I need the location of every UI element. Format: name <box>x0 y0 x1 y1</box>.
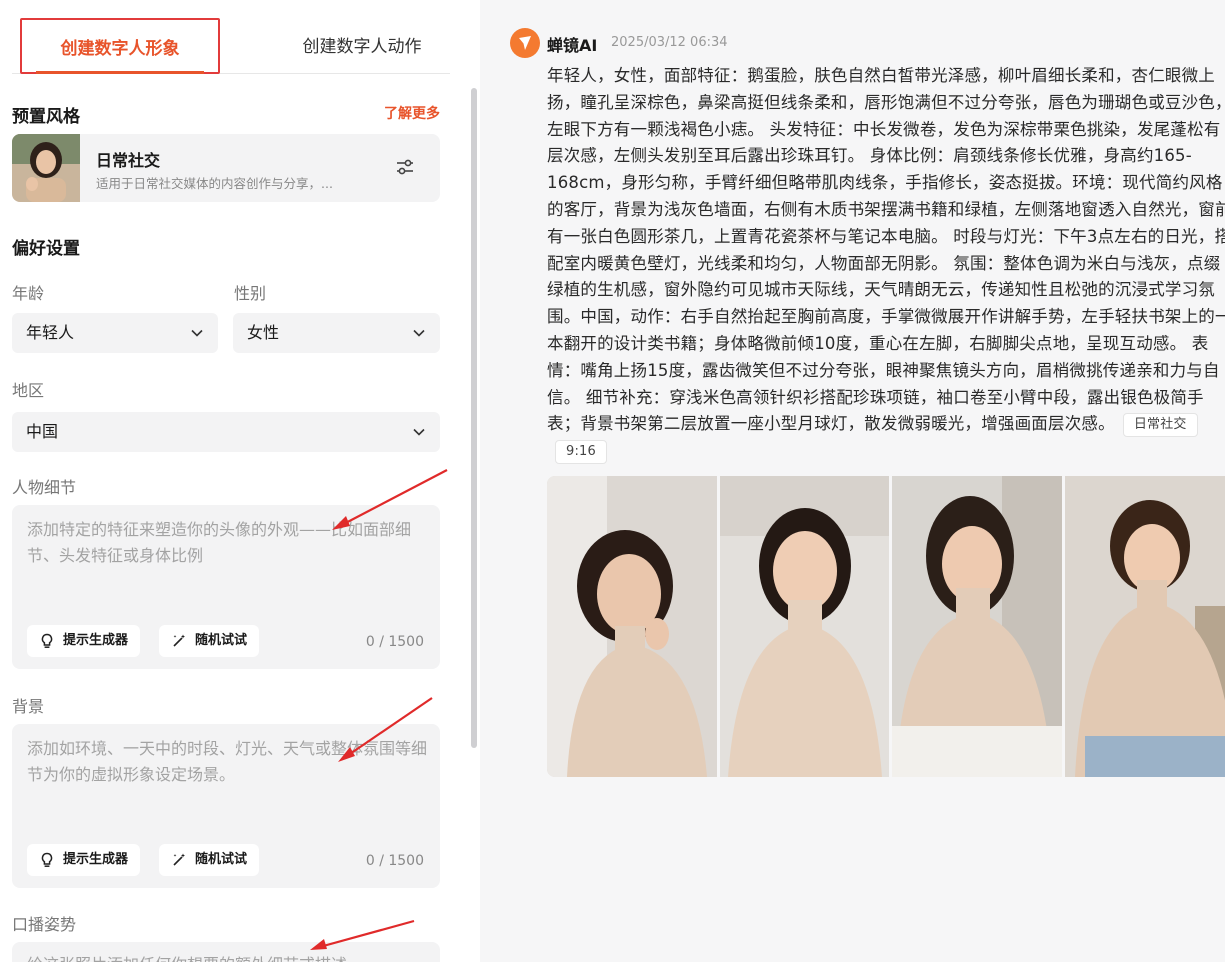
chevron-down-icon <box>413 428 425 436</box>
logo-icon <box>510 28 540 58</box>
preferences-title: 偏好设置 <box>12 239 80 259</box>
background-label: 背景 <box>12 697 45 716</box>
background-textarea[interactable]: 添加如环境、一天中的时段、灯光、天气或整体氛围等细节为你的虚拟形象设定场景。 提… <box>12 724 440 888</box>
pose-textarea[interactable]: 给这张照片添加任何你想要的额外细节或描述 <box>12 942 440 962</box>
prompt-generator-button[interactable]: 提示生成器 <box>27 844 141 876</box>
generated-image-2[interactable] <box>720 476 889 777</box>
tab-bar: 创建数字人形象 创建数字人动作 <box>12 18 450 74</box>
prompt-generator-label: 提示生成器 <box>63 633 129 648</box>
preset-style-card[interactable]: 日常社交 适用于日常社交媒体的内容创作与分享，... <box>12 134 440 202</box>
pose-label: 口播姿势 <box>12 915 77 934</box>
generated-images <box>547 476 1225 777</box>
message-time: 2025/03/12 06:34 <box>611 35 728 50</box>
prompt-generator-button[interactable]: 提示生成器 <box>27 625 141 657</box>
style-description: 适用于日常社交媒体的内容创作与分享，... <box>96 176 333 191</box>
bulb-icon <box>41 633 53 648</box>
style-thumbnail <box>12 134 80 202</box>
chevron-down-icon <box>413 329 425 337</box>
details-textarea[interactable]: 添加特定的特征来塑造你的头像的外观——比如面部细节、头发特征或身体比例 提示生成… <box>12 505 440 669</box>
tab-create-avatar[interactable]: 创建数字人形象 <box>20 18 220 74</box>
random-try-label: 随机试试 <box>195 852 248 867</box>
background-char-counter: 0 / 1500 <box>365 853 424 869</box>
random-try-label: 随机试试 <box>195 633 248 648</box>
left-panel: 创建数字人形象 创建数字人动作 预置风格 了解更多 日常社交 适用于日常社交媒体… <box>0 0 480 962</box>
generated-image-3[interactable] <box>892 476 1062 777</box>
region-select[interactable]: 中国 <box>12 412 440 452</box>
preset-title: 预置风格 <box>12 107 80 127</box>
prompt-text: 年轻人，女性，面部特征：鹅蛋脸，肤色自然白皙带光泽感，柳叶眉细长柔和，杏仁眼微上… <box>547 66 1225 434</box>
generated-image-1[interactable] <box>547 476 717 777</box>
age-label: 年龄 <box>12 284 45 303</box>
prompt-generator-label: 提示生成器 <box>63 852 129 867</box>
sender-name: 蝉镜AI <box>547 36 598 55</box>
chevron-down-icon <box>191 329 203 337</box>
result-panel: 蝉镜AI 2025/03/12 06:34 年轻人，女性，面部特征：鹅蛋脸，肤色… <box>480 0 1225 962</box>
gender-select[interactable]: 女性 <box>233 313 440 353</box>
random-try-button[interactable]: 随机试试 <box>159 844 260 876</box>
details-placeholder: 添加特定的特征来塑造你的头像的外观——比如面部细节、头发特征或身体比例 <box>27 520 412 565</box>
gender-value: 女性 <box>247 323 280 342</box>
random-try-button[interactable]: 随机试试 <box>159 625 260 657</box>
bulb-icon <box>41 852 53 867</box>
style-tag: 日常社交 <box>1122 413 1198 438</box>
gender-label: 性别 <box>234 284 267 303</box>
generated-image-4[interactable] <box>1065 476 1225 777</box>
magic-wand-icon <box>173 853 185 866</box>
ratio-tag: 9:16 <box>555 440 607 465</box>
pose-placeholder: 给这张照片添加任何你想要的额外细节或描述 <box>27 952 427 962</box>
age-value: 年轻人 <box>26 323 75 342</box>
details-char-counter: 0 / 1500 <box>365 634 424 650</box>
age-select[interactable]: 年轻人 <box>12 313 218 353</box>
region-value: 中国 <box>26 422 59 441</box>
style-name: 日常社交 <box>96 151 161 170</box>
message-text: 年轻人，女性，面部特征：鹅蛋脸，肤色自然白皙带光泽感，柳叶眉细长柔和，杏仁眼微上… <box>547 63 1225 465</box>
tab-create-action[interactable]: 创建数字人动作 <box>272 18 452 74</box>
background-placeholder: 添加如环境、一天中的时段、灯光、天气或整体氛围等细节为你的虚拟形象设定场景。 <box>27 739 428 784</box>
learn-more-link[interactable]: 了解更多 <box>384 103 440 123</box>
details-label: 人物细节 <box>12 478 77 497</box>
magic-wand-icon <box>173 634 185 647</box>
left-scrollbar[interactable] <box>471 88 477 748</box>
adjust-icon[interactable] <box>394 156 416 178</box>
region-label: 地区 <box>12 381 45 400</box>
